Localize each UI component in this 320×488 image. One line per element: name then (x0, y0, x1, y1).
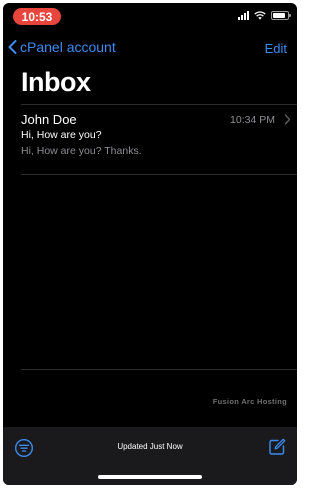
cellular-signal-icon (238, 10, 249, 20)
edit-button[interactable]: Edit (265, 41, 287, 56)
update-status: Updated Just Now (117, 442, 183, 451)
divider (21, 174, 297, 175)
wifi-icon (254, 10, 266, 20)
chevron-left-icon (8, 40, 17, 54)
status-time[interactable]: 10:53 (13, 8, 61, 25)
mail-app-screen: 10:53 cPanel account Edit Inbox John Doe… (3, 3, 297, 485)
page-title: Inbox (21, 67, 91, 97)
bottom-toolbar: Updated Just Now (3, 427, 297, 485)
chevron-right-icon (284, 114, 291, 125)
watermark: Fusion Arc Hosting (212, 397, 287, 406)
back-button-label: cPanel account (20, 39, 116, 55)
back-button[interactable]: cPanel account (8, 39, 116, 55)
status-icons (238, 10, 291, 20)
status-bar: 10:53 (3, 3, 297, 27)
message-subject: Hi, How are you? (21, 129, 102, 141)
divider (21, 369, 297, 370)
home-indicator[interactable] (98, 475, 202, 479)
battery-level (273, 12, 285, 18)
battery-icon (271, 10, 291, 20)
message-row[interactable]: John Doe 10:34 PM Hi, How are you? Hi, H… (3, 107, 297, 173)
compose-icon[interactable] (267, 437, 287, 457)
message-time: 10:34 PM (230, 114, 275, 126)
message-sender: John Doe (21, 112, 77, 127)
divider (21, 104, 297, 105)
message-preview: Hi, How are you? Thanks. (21, 145, 142, 157)
